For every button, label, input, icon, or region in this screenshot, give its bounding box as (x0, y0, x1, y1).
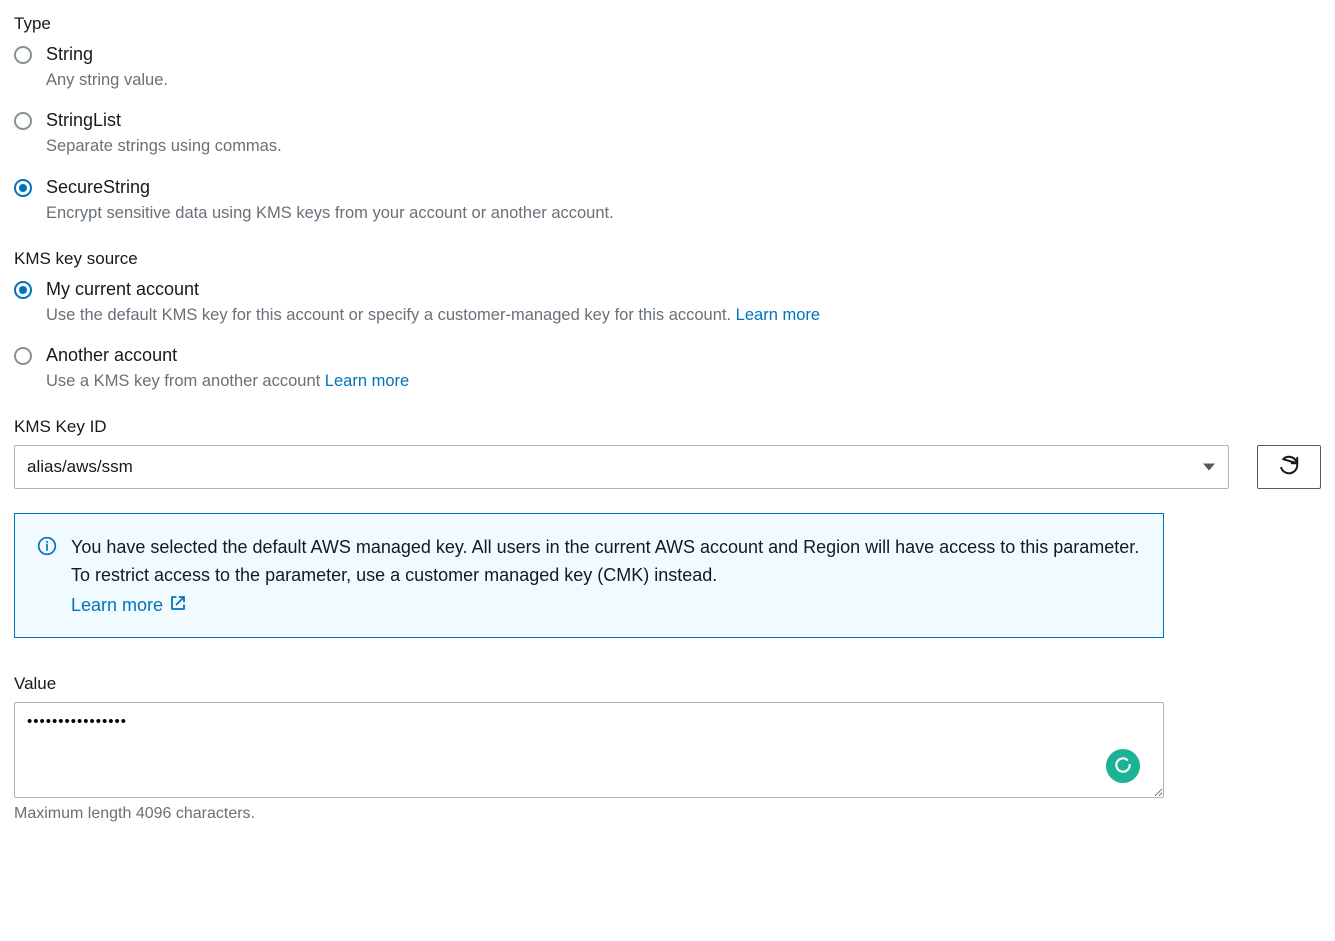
radio-icon[interactable] (14, 179, 32, 197)
type-option-desc: Encrypt sensitive data using KMS keys fr… (46, 202, 1321, 225)
type-option-string[interactable]: String Any string value. (14, 42, 1321, 92)
external-link-icon (169, 594, 187, 617)
info-learn-more-label: Learn more (71, 595, 163, 616)
spinner-icon (1113, 755, 1133, 778)
radio-icon[interactable] (14, 281, 32, 299)
type-option-title: SecureString (46, 175, 1321, 200)
type-option-title: StringList (46, 108, 1321, 133)
kms-key-id-select[interactable]: alias/aws/ssm (14, 445, 1229, 489)
radio-icon[interactable] (14, 112, 32, 130)
kms-source-radio-group: My current account Use the default KMS k… (14, 277, 1321, 394)
grammarly-badge[interactable] (1106, 749, 1140, 783)
kms-source-desc-text: Use a KMS key from another account (46, 372, 325, 390)
value-label: Value (14, 674, 1321, 694)
info-icon (37, 534, 57, 617)
info-box: You have selected the default AWS manage… (14, 513, 1164, 638)
type-option-desc: Separate strings using commas. (46, 135, 1321, 158)
refresh-button[interactable] (1257, 445, 1321, 489)
type-option-title: String (46, 42, 1321, 67)
type-option-desc: Any string value. (46, 69, 1321, 92)
value-input[interactable] (14, 702, 1164, 798)
kms-source-desc-text: Use the default KMS key for this account… (46, 306, 736, 324)
info-text: You have selected the default AWS manage… (71, 534, 1141, 590)
kms-source-option-current[interactable]: My current account Use the default KMS k… (14, 277, 1321, 327)
kms-key-id-value: alias/aws/ssm (27, 457, 133, 477)
kms-source-option-desc: Use the default KMS key for this account… (46, 304, 1321, 327)
learn-more-link[interactable]: Learn more (736, 306, 820, 324)
radio-icon[interactable] (14, 46, 32, 64)
kms-source-option-title: Another account (46, 343, 1321, 368)
type-label: Type (14, 14, 1321, 34)
learn-more-link[interactable]: Learn more (325, 372, 409, 390)
value-hint: Maximum length 4096 characters. (14, 805, 1321, 823)
type-radio-group: String Any string value. StringList Sepa… (14, 42, 1321, 225)
refresh-icon (1278, 455, 1300, 480)
kms-key-id-row: alias/aws/ssm (14, 445, 1321, 489)
kms-source-option-another[interactable]: Another account Use a KMS key from anoth… (14, 343, 1321, 393)
kms-source-option-desc: Use a KMS key from another account Learn… (46, 370, 1321, 393)
info-learn-more-link[interactable]: Learn more (71, 594, 187, 617)
kms-source-option-title: My current account (46, 277, 1321, 302)
radio-icon[interactable] (14, 347, 32, 365)
type-option-stringlist[interactable]: StringList Separate strings using commas… (14, 108, 1321, 158)
type-option-securestring[interactable]: SecureString Encrypt sensitive data usin… (14, 175, 1321, 225)
value-textarea-wrap (14, 702, 1164, 801)
kms-key-id-label: KMS Key ID (14, 417, 1321, 437)
kms-key-id-select-wrap: alias/aws/ssm (14, 445, 1229, 489)
kms-source-label: KMS key source (14, 249, 1321, 269)
